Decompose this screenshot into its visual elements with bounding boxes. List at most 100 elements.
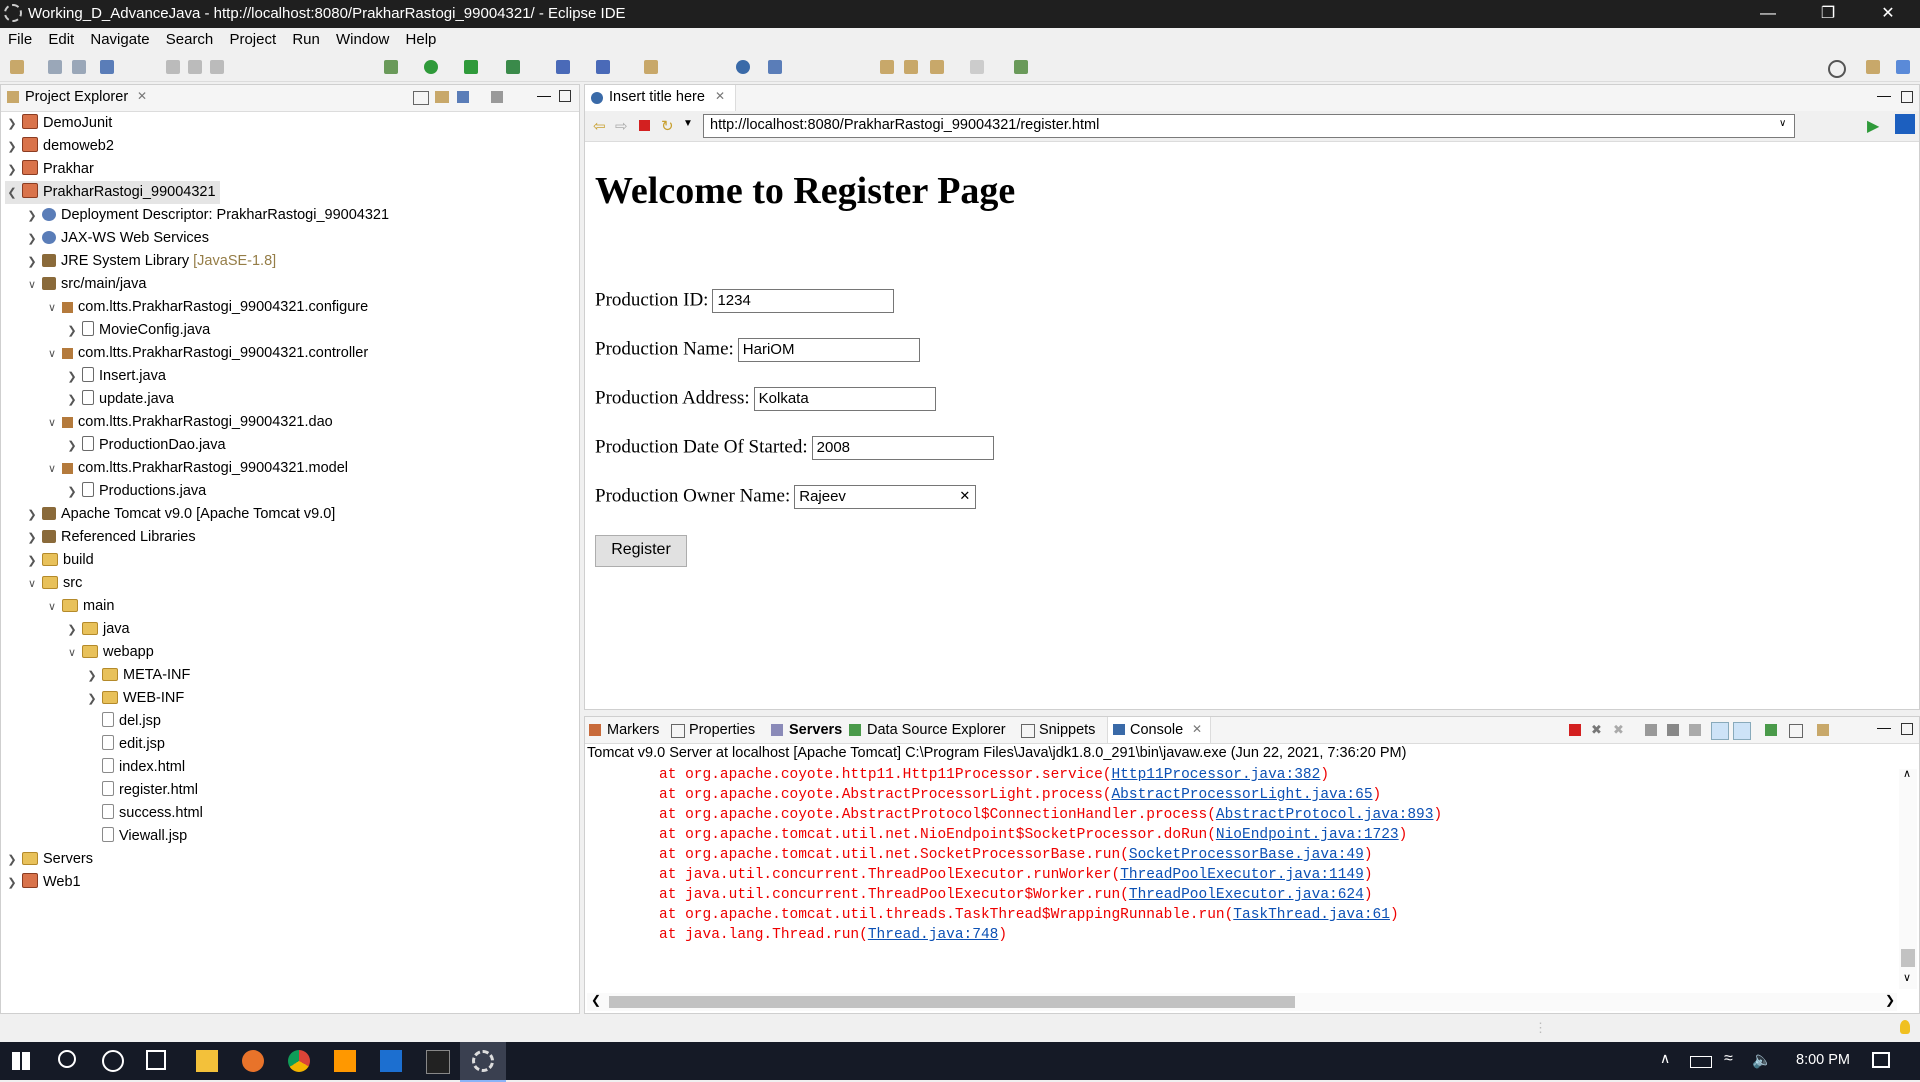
chevron-down-icon[interactable]: ∨ [45, 297, 59, 320]
production-owner-input[interactable]: Rajeev ✕ [794, 485, 977, 509]
production-id-input[interactable]: 1234 [712, 289, 895, 313]
tab-markers[interactable]: Markers [607, 722, 659, 738]
tip-lightbulb-icon[interactable] [1900, 1020, 1910, 1034]
pin-editor-icon[interactable] [1014, 60, 1028, 74]
chevron-down-icon[interactable]: ∨ [65, 642, 79, 665]
url-dropdown-icon[interactable]: ∨ [1779, 118, 1786, 129]
close-button[interactable]: ✕ [1860, 0, 1916, 28]
new-icon[interactable] [10, 60, 24, 74]
close-view-icon[interactable]: ✕ [137, 89, 147, 103]
next-annotation-icon[interactable] [880, 60, 894, 74]
tree-item-viewall-jsp[interactable]: Viewall.jsp [99, 825, 187, 848]
open-type-icon[interactable] [644, 60, 658, 74]
back-icon[interactable] [930, 60, 944, 74]
chevron-right-icon[interactable]: ❯ [85, 688, 99, 711]
tab-console-active[interactable]: Console ✕ [1107, 717, 1211, 743]
open-external-browser-icon[interactable] [1895, 114, 1915, 134]
eclipse-taskbar-button[interactable] [460, 1042, 506, 1082]
tab-snippets[interactable]: Snippets [1039, 722, 1095, 738]
stack-trace-link[interactable]: Http11Processor.java:382 [1111, 767, 1320, 783]
close-tab-icon[interactable]: ✕ [715, 89, 725, 103]
search-icon[interactable] [58, 1050, 76, 1068]
url-input[interactable]: http://localhost:8080/PrakharRastogi_990… [703, 114, 1795, 138]
chevron-right-icon[interactable]: ❯ [25, 228, 39, 251]
stack-trace-link[interactable]: AbstractProtocol.java:893 [1216, 807, 1434, 823]
production-address-input[interactable]: Kolkata [753, 387, 936, 411]
production-date-input[interactable]: 2008 [811, 436, 994, 460]
tree-item-update[interactable]: ❯ update.java [65, 388, 174, 411]
view-menu-icon[interactable] [491, 91, 503, 103]
refresh-icon[interactable]: ↻ [661, 117, 674, 135]
chevron-right-icon[interactable]: ❯ [85, 665, 99, 688]
chrome-icon[interactable] [288, 1050, 310, 1072]
chevron-down-icon[interactable]: ∨ [45, 596, 59, 619]
back-icon[interactable]: ⇦ [593, 117, 606, 135]
tree-item-edit-jsp[interactable]: edit.jsp [99, 733, 165, 756]
tree-item-webapp[interactable]: ∨ webapp [65, 641, 154, 664]
chevron-right-icon[interactable]: ❯ [5, 136, 19, 159]
tree-item-web1[interactable]: ❯ Web1 [5, 871, 81, 894]
save-icon[interactable] [48, 60, 62, 74]
pin-console-icon[interactable] [1765, 724, 1777, 736]
scroll-lock-icon[interactable] [1667, 724, 1679, 736]
chevron-right-icon[interactable]: ❯ [5, 872, 19, 895]
tree-item-referenced-libraries[interactable]: ❯ Referenced Libraries [25, 526, 195, 550]
tree-item-jre-library[interactable]: ❯ JRE System Library [JavaSE-1.8] [25, 250, 276, 273]
stack-trace-link[interactable]: NioEndpoint.java:1723 [1216, 827, 1399, 843]
chevron-right-icon[interactable]: ❯ [25, 205, 39, 228]
show-stderr-icon[interactable] [1733, 722, 1751, 740]
tree-item-register-html[interactable]: register.html [99, 779, 198, 802]
open-perspective-icon[interactable] [1866, 60, 1880, 74]
link-editor-icon[interactable] [435, 91, 449, 103]
menu-navigate[interactable]: Navigate [90, 28, 149, 48]
notifications-icon[interactable] [1872, 1052, 1890, 1068]
tree-item-src[interactable]: ∨ src [25, 572, 82, 595]
new-class-icon[interactable] [596, 60, 610, 74]
word-wrap-icon[interactable] [1689, 724, 1701, 736]
tree-item-del-jsp[interactable]: del.jsp [99, 710, 161, 733]
scroll-right-icon[interactable]: ❯ [1885, 993, 1895, 1007]
tree-item-demoweb2[interactable]: ❯ demoweb2 [5, 135, 114, 158]
chevron-down-icon[interactable]: ❮ [5, 182, 19, 205]
minimize-button[interactable]: — [1740, 0, 1796, 28]
tree-item-pkg-controller[interactable]: ∨ com.ltts.PrakharRastogi_99004321.contro… [45, 342, 368, 365]
coverage-icon[interactable] [464, 60, 478, 74]
chevron-right-icon[interactable]: ❯ [5, 113, 19, 136]
tree-item-pkg-dao[interactable]: ∨ com.ltts.PrakharRastogi_99004321.dao [45, 411, 333, 434]
prev-annotation-icon[interactable] [904, 60, 918, 74]
menu-search[interactable]: Search [166, 28, 214, 48]
tree-item-insert[interactable]: ❯ Insert.java [65, 365, 166, 388]
clock[interactable]: 8:00 PM [1796, 1052, 1850, 1068]
task-view-icon[interactable] [146, 1050, 166, 1070]
maximize-editor-icon[interactable] [1901, 91, 1913, 103]
chevron-right-icon[interactable]: ❯ [65, 435, 79, 458]
tree-item-meta-inf[interactable]: ❯ META-INF [85, 664, 190, 687]
chevron-down-icon[interactable]: ∨ [45, 412, 59, 435]
clear-console-icon[interactable] [1645, 724, 1657, 736]
volume-icon[interactable]: 🔈 [1752, 1050, 1772, 1070]
stack-trace-link[interactable]: ThreadPoolExecutor.java:624 [1129, 887, 1364, 903]
menu-run[interactable]: Run [292, 28, 320, 48]
scrollbar-thumb[interactable] [1901, 949, 1915, 967]
chevron-right-icon[interactable]: ❯ [25, 251, 39, 274]
tab-data-source-explorer[interactable]: Data Source Explorer [867, 722, 1006, 738]
stop-icon[interactable] [639, 120, 650, 131]
editor-tab[interactable]: Insert title here ✕ [585, 85, 736, 111]
chevron-down-icon[interactable]: ▼ [683, 118, 693, 129]
maximize-panel-icon[interactable] [1901, 723, 1913, 735]
tree-item-demojunit[interactable]: ❯ DemoJunit [5, 112, 112, 135]
tree-item-deployment-descriptor[interactable]: ❯ Deployment Descriptor: PrakharRastogi_9… [25, 204, 389, 227]
show-stdout-icon[interactable] [1711, 722, 1729, 740]
stack-trace-link[interactable]: Thread.java:748 [868, 927, 999, 943]
tree-item-main[interactable]: ∨ main [45, 595, 114, 618]
terminate-icon[interactable] [1569, 724, 1581, 736]
scrollbar-thumb[interactable] [609, 996, 1295, 1008]
chevron-right-icon[interactable]: ❯ [25, 527, 39, 550]
forward-icon[interactable]: ⇨ [615, 117, 628, 135]
menu-project[interactable]: Project [229, 28, 276, 48]
photos-icon[interactable] [380, 1050, 402, 1072]
menu-window[interactable]: Window [336, 28, 389, 48]
tab-servers[interactable]: Servers [789, 722, 842, 738]
stack-trace-link[interactable]: ThreadPoolExecutor.java:1149 [1120, 867, 1364, 883]
cortana-icon[interactable] [102, 1050, 124, 1072]
